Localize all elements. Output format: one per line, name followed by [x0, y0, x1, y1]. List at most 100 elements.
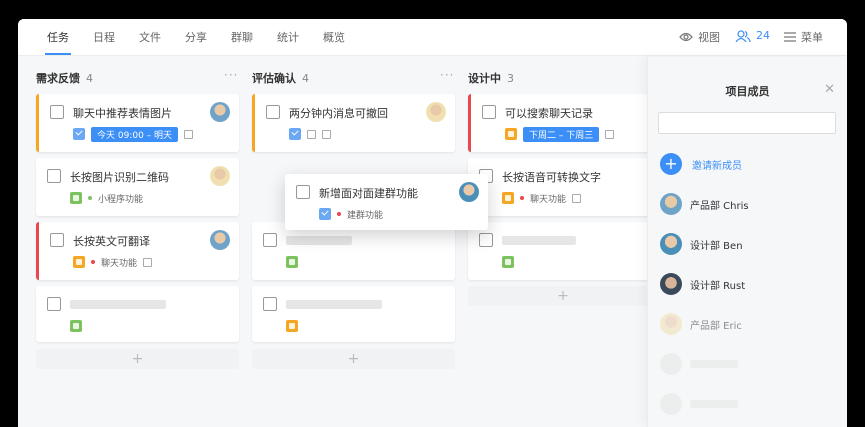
avatar	[660, 273, 682, 295]
task-checkbox[interactable]	[263, 233, 277, 247]
task-tag: 建群功能	[347, 210, 384, 221]
member-name: 设计部 Ben	[690, 240, 743, 252]
due-date-badge: 今天 09:00 – 明天	[91, 126, 179, 142]
member-item[interactable]: 产品部 Eric	[660, 313, 742, 335]
tag-dot	[88, 196, 92, 200]
comment-icon	[143, 257, 153, 267]
placeholder-line	[286, 236, 352, 245]
task-checkbox[interactable]	[296, 185, 310, 199]
task-checkbox[interactable]	[482, 105, 496, 119]
panel-title: 项目成员	[725, 85, 770, 98]
tag-dot	[337, 212, 341, 216]
note-icon	[605, 129, 615, 139]
priority-icon	[70, 320, 82, 332]
task-title: 长按语音可转换文字	[502, 171, 601, 184]
member-name: 产品部 Chris	[690, 200, 749, 212]
tab-statistics[interactable]: 统计	[277, 29, 299, 45]
priority-icon	[505, 128, 517, 140]
add-task-button[interactable]: +	[36, 349, 239, 369]
column-count: 4	[302, 72, 309, 85]
column-more-icon[interactable]: ···	[440, 68, 454, 82]
tab-tasks[interactable]: 任务	[47, 29, 69, 45]
members-button[interactable]: 24	[735, 29, 770, 42]
priority-icon	[286, 256, 298, 268]
member-name: 产品部 Eric	[690, 320, 742, 332]
member-item[interactable]: 设计部 Rust	[660, 273, 745, 295]
assignee-avatar[interactable]	[210, 102, 230, 122]
active-tab-indicator	[45, 53, 71, 55]
column-count: 4	[86, 72, 93, 85]
dragging-task-card[interactable]: 新增面对面建群功能 建群功能	[285, 174, 488, 230]
checkbox-done-icon	[319, 208, 331, 220]
placeholder-card	[252, 222, 455, 280]
member-count: 24	[756, 29, 770, 42]
member-search-input[interactable]	[658, 112, 836, 134]
comment-icon	[572, 193, 582, 203]
task-card[interactable]: 长按英文可翻译 聊天功能	[36, 222, 239, 280]
task-meta: 聊天功能	[502, 191, 582, 205]
tab-overview[interactable]: 概览	[323, 29, 345, 45]
tab-schedule[interactable]: 日程	[93, 29, 115, 45]
plus-icon: +	[660, 153, 682, 175]
tag-dot	[520, 196, 524, 200]
avatar	[660, 233, 682, 255]
task-checkbox[interactable]	[50, 105, 64, 119]
priority-icon	[502, 256, 514, 268]
task-card[interactable]: 长按语音可转换文字 聊天功能	[468, 158, 658, 216]
task-title: 两分钟内消息可撤回	[289, 107, 388, 120]
priority-icon	[70, 192, 82, 204]
users-icon	[735, 29, 751, 42]
assignee-avatar[interactable]	[210, 166, 230, 186]
task-tag: 聊天功能	[530, 194, 567, 205]
view-button[interactable]: 视图	[679, 29, 720, 45]
member-name: 设计部 Rust	[690, 280, 746, 292]
placeholder-line	[70, 300, 166, 309]
task-checkbox[interactable]	[50, 233, 64, 247]
task-checkbox[interactable]	[479, 233, 493, 247]
task-tag: 聊天功能	[101, 258, 138, 269]
add-task-button[interactable]: +	[252, 349, 455, 369]
tab-share[interactable]: 分享	[185, 29, 207, 45]
comment-icon	[322, 129, 331, 139]
task-card[interactable]: 两分钟内消息可撤回	[252, 94, 455, 152]
assignee-avatar[interactable]	[459, 182, 479, 202]
member-item[interactable]: 设计部 Ben	[660, 233, 743, 255]
task-checkbox[interactable]	[47, 297, 61, 311]
tab-group-chat[interactable]: 群聊	[231, 29, 253, 45]
task-checkbox[interactable]	[266, 105, 280, 119]
task-checkbox[interactable]	[47, 169, 61, 183]
task-card[interactable]: 长按图片识别二维码 小程序功能	[36, 158, 239, 216]
task-meta: 小程序功能	[70, 191, 143, 205]
eye-icon	[679, 32, 693, 42]
task-checkbox[interactable]	[263, 297, 277, 311]
member-placeholder	[660, 353, 738, 375]
members-panel: 项目成员 ✕ + 邀请新成员 产品部 Chris 设计部 Ben 设计部 Rus…	[647, 57, 847, 427]
priority-icon	[502, 192, 514, 204]
task-card[interactable]: 可以搜索聊天记录 下周二 – 下周三	[468, 94, 658, 152]
note-icon	[307, 129, 316, 139]
column-title-evaluation: 评估确认 4	[252, 72, 309, 85]
task-card[interactable]: 聊天中推荐表情图片 今天 09:00 – 明天	[36, 94, 239, 152]
task-title: 新增面对面建群功能	[319, 187, 418, 200]
close-icon[interactable]: ✕	[824, 82, 835, 97]
task-title: 长按图片识别二维码	[70, 171, 169, 184]
task-meta: 建群功能	[319, 207, 383, 221]
assignee-avatar[interactable]	[210, 230, 230, 250]
member-item[interactable]: 产品部 Chris	[660, 193, 749, 215]
tag-dot	[91, 260, 95, 264]
column-more-icon[interactable]: ···	[224, 68, 238, 82]
task-title: 长按英文可翻译	[73, 235, 150, 248]
checkbox-done-icon	[73, 128, 85, 140]
add-task-button[interactable]: +	[468, 286, 658, 306]
app-window: 任务 日程 文件 分享 群聊 统计 概览 视图 24 菜单 需求反馈 4 ··· …	[18, 19, 847, 427]
tab-files[interactable]: 文件	[139, 29, 161, 45]
priority-icon	[73, 256, 85, 268]
task-meta: 聊天功能	[73, 255, 153, 269]
task-meta: 下周二 – 下周三	[505, 126, 615, 142]
column-title-feedback: 需求反馈 4	[36, 72, 93, 85]
task-title: 可以搜索聊天记录	[505, 107, 593, 120]
assignee-avatar[interactable]	[426, 102, 446, 122]
menu-button[interactable]: 菜单	[784, 29, 823, 45]
invite-member-button[interactable]: + 邀请新成员	[660, 153, 742, 175]
menu-label: 菜单	[801, 31, 823, 44]
